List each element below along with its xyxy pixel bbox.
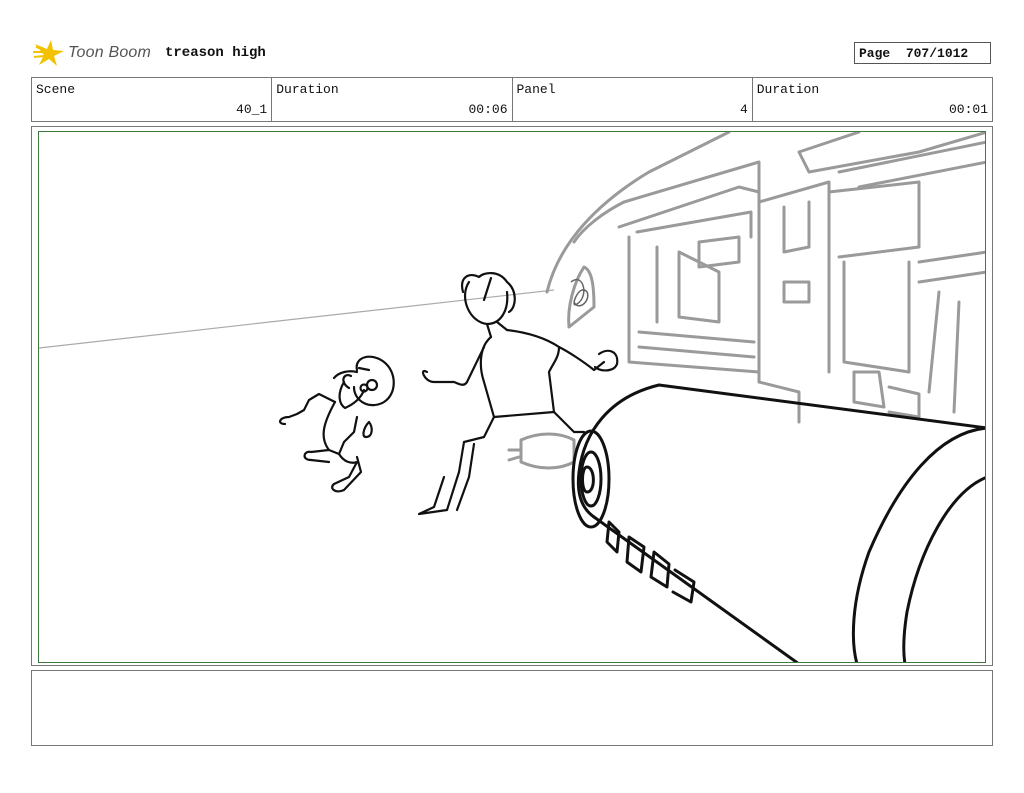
- scene-cell: Scene 40_1: [32, 78, 273, 121]
- panel-label: Panel: [516, 82, 556, 97]
- toon-boom-logo: Toon Boom: [33, 38, 151, 68]
- scene-duration-value: 00:06: [468, 102, 508, 117]
- panel-duration-cell: Duration 00:01: [753, 78, 992, 121]
- panel-sketch-image: [39, 132, 985, 662]
- page-counter: Page 707/1012: [854, 42, 991, 64]
- project-title: treason high: [165, 45, 266, 61]
- panel-notes-box: [31, 670, 993, 746]
- scene-duration-label: Duration: [276, 82, 339, 97]
- panel-duration-label: Duration: [756, 82, 820, 97]
- scene-label: Scene: [36, 82, 76, 97]
- toon-boom-star-icon: [33, 40, 64, 66]
- panel-value: 4: [739, 102, 748, 117]
- page-value: 707/1012: [905, 45, 969, 61]
- storyboard-panel: [31, 126, 993, 666]
- panel-cell: Panel 4: [513, 78, 753, 121]
- camera-frame: [38, 131, 986, 663]
- brand-name: Toon Boom: [68, 44, 152, 61]
- page-label: Page: [859, 45, 891, 61]
- scene-duration-cell: Duration 00:06: [272, 78, 513, 121]
- panel-info-bar: Scene 40_1 Duration 00:06 Panel 4 Durati…: [31, 77, 993, 122]
- panel-duration-value: 00:01: [948, 102, 988, 117]
- scene-value: 40_1: [236, 102, 268, 117]
